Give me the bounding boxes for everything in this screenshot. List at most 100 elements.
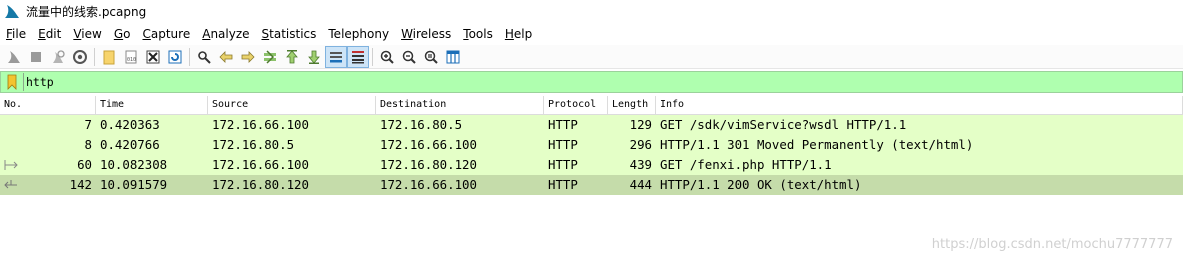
title-bar: 流量中的线索.pcapng [0, 0, 1183, 23]
open-file-button[interactable] [98, 46, 120, 68]
zoom-reset-icon [424, 50, 438, 64]
packet-info: HTTP/1.1 200 OK (text/html) [660, 177, 862, 192]
window-title: 流量中的线索.pcapng [26, 5, 147, 19]
bookmark-icon[interactable] [5, 74, 19, 90]
go-to-packet-button[interactable] [259, 46, 281, 68]
menu-telephony[interactable]: Telephony [322, 27, 395, 41]
start-capture-button[interactable] [3, 46, 25, 68]
menu-wireless[interactable]: Wireless [395, 27, 457, 41]
packet-protocol: HTTP [548, 137, 578, 152]
packet-destination: 172.16.80.5 [380, 117, 463, 132]
watermark-text: https://blog.csdn.net/mochu7777777 [931, 237, 1173, 252]
packet-info: HTTP/1.1 301 Moved Permanently (text/htm… [660, 137, 974, 152]
reload-icon [168, 50, 182, 63]
go-back-button[interactable] [215, 46, 237, 68]
packet-protocol: HTTP [548, 177, 578, 192]
packet-length: 439 [629, 157, 652, 172]
packet-time: 10.091579 [100, 177, 168, 192]
normal-size-button[interactable] [420, 46, 442, 68]
related-packet-request-icon [4, 159, 18, 171]
packet-row[interactable]: 60 10.082308 172.16.66.100 172.16.80.120… [0, 155, 1183, 175]
zoom-in-icon [380, 50, 394, 64]
arrow-up-icon [286, 49, 298, 63]
packet-info: GET /sdk/vimService?wsdl HTTP/1.1 [660, 117, 907, 132]
packet-length: 444 [629, 177, 652, 192]
packet-row[interactable]: 7 0.420363 172.16.66.100 172.16.80.5 HTT… [0, 115, 1183, 135]
auto-scroll-icon [330, 51, 342, 62]
auto-scroll-toggle[interactable] [325, 45, 347, 68]
search-icon [198, 50, 211, 64]
go-to-last-packet-button[interactable] [303, 46, 325, 68]
wireshark-fin-icon [5, 4, 19, 18]
shark-fin-icon [8, 50, 20, 63]
column-header-info[interactable]: Info [656, 96, 1183, 114]
packet-list-header: No. Time Source Destination Protocol Len… [0, 96, 1183, 115]
packet-length: 296 [629, 137, 652, 152]
packet-destination: 172.16.66.100 [380, 177, 477, 192]
related-packet-response-icon [4, 179, 18, 191]
zoom-out-button[interactable] [398, 46, 420, 68]
close-file-button[interactable] [142, 46, 164, 68]
menu-help[interactable]: Help [499, 27, 538, 41]
packet-time: 10.082308 [100, 157, 168, 172]
save-file-button[interactable]: 010 [120, 46, 142, 68]
menu-tools[interactable]: Tools [457, 27, 499, 41]
column-header-length[interactable]: Length [608, 96, 656, 114]
column-header-protocol[interactable]: Protocol [544, 96, 608, 114]
menu-edit[interactable]: Edit [32, 27, 67, 41]
svg-text:010: 010 [127, 57, 136, 63]
menu-view[interactable]: View [67, 27, 107, 41]
packet-destination: 172.16.80.120 [380, 157, 477, 172]
column-header-no[interactable]: No. [0, 96, 96, 114]
menu-statistics[interactable]: Statistics [256, 27, 323, 41]
menu-bar: File Edit View Go Capture Analyze Statis… [0, 23, 1183, 44]
stop-icon [31, 51, 41, 62]
display-filter-bar [0, 71, 1183, 93]
packet-no: 7 [84, 117, 92, 132]
packet-source: 172.16.66.100 [212, 117, 309, 132]
arrow-left-icon [219, 50, 233, 63]
packet-no: 8 [84, 137, 92, 152]
save-file-icon: 010 [125, 50, 137, 63]
packet-protocol: HTTP [548, 157, 578, 172]
packet-list: No. Time Source Destination Protocol Len… [0, 96, 1183, 195]
find-packet-button[interactable] [193, 46, 215, 68]
folder-icon [103, 50, 115, 64]
packet-protocol: HTTP [548, 117, 578, 132]
packet-time: 0.420766 [100, 137, 160, 152]
colorize-toggle[interactable] [347, 45, 369, 68]
arrow-down-icon [308, 50, 320, 64]
toolbar-separator [189, 47, 190, 66]
menu-capture[interactable]: Capture [136, 27, 196, 41]
display-filter-input[interactable] [23, 73, 1128, 91]
zoom-in-button[interactable] [376, 46, 398, 68]
column-header-destination[interactable]: Destination [376, 96, 544, 114]
resize-columns-button[interactable] [442, 46, 464, 68]
packet-time: 0.420363 [100, 117, 160, 132]
restart-capture-button[interactable] [47, 46, 69, 68]
toolbar-separator [372, 47, 373, 66]
zoom-out-icon [402, 50, 416, 64]
close-file-icon [146, 50, 160, 63]
capture-options-button[interactable] [69, 46, 91, 68]
packet-source: 172.16.80.5 [212, 137, 295, 152]
packet-source: 172.16.66.100 [212, 157, 309, 172]
menu-go[interactable]: Go [108, 27, 137, 41]
arrow-right-icon [241, 50, 255, 63]
restart-fin-icon [53, 49, 65, 63]
packet-row[interactable]: 8 0.420766 172.16.80.5 172.16.66.100 HTT… [0, 135, 1183, 155]
stop-capture-button[interactable] [25, 46, 47, 68]
column-header-source[interactable]: Source [208, 96, 376, 114]
menu-analyze[interactable]: Analyze [196, 27, 255, 41]
column-header-time[interactable]: Time [96, 96, 208, 114]
go-to-packet-icon [264, 49, 276, 64]
go-forward-button[interactable] [237, 46, 259, 68]
go-to-first-packet-button[interactable] [281, 46, 303, 68]
reload-file-button[interactable] [164, 46, 186, 68]
menu-file[interactable]: File [0, 27, 32, 41]
gear-icon [73, 49, 87, 64]
resize-columns-icon [446, 50, 460, 63]
packet-source: 172.16.80.120 [212, 177, 309, 192]
toolbar-separator [94, 47, 95, 66]
packet-row-selected[interactable]: 142 10.091579 172.16.80.120 172.16.66.10… [0, 175, 1183, 195]
